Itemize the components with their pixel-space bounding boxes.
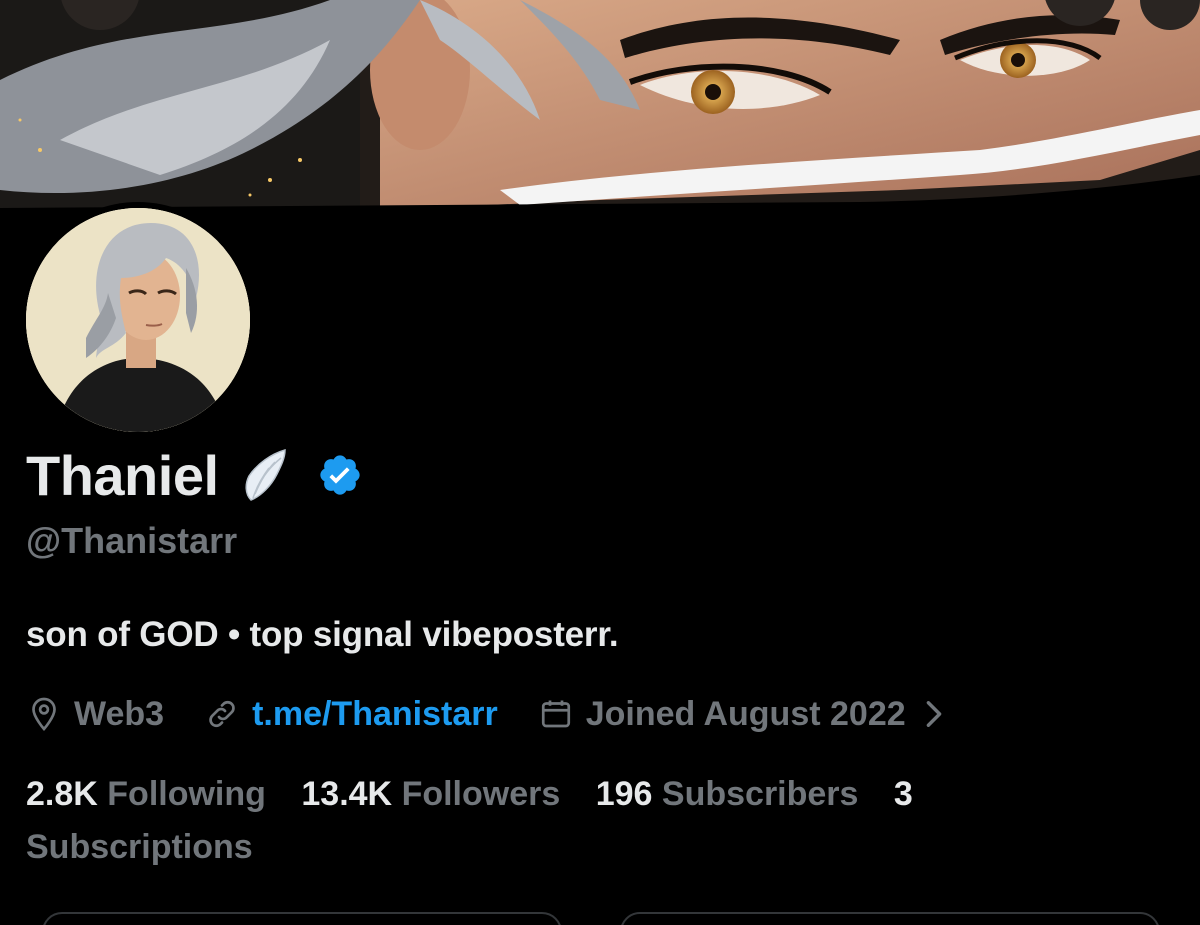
location-text: Web3 bbox=[74, 694, 165, 733]
calendar-icon bbox=[541, 700, 570, 728]
link-icon bbox=[209, 700, 235, 728]
joined-item: Joined August 2022 bbox=[538, 695, 958, 734]
wing-emoji-icon bbox=[241, 446, 291, 504]
followers-stat[interactable]: 13.4K Followers bbox=[301, 775, 560, 813]
banner-illustration bbox=[0, 0, 1200, 208]
action-button-left[interactable] bbox=[42, 912, 562, 925]
followers-count: 13.4K bbox=[301, 775, 393, 813]
verified-badge-icon[interactable] bbox=[317, 452, 363, 498]
location-item: Web3 bbox=[26, 695, 164, 734]
profile-meta-row: Web3 t.me/Thanistarr Joined August 2022 bbox=[26, 690, 958, 738]
followers-label: Followers bbox=[401, 775, 561, 813]
action-button-right[interactable] bbox=[620, 912, 1160, 925]
bio-text: son of GOD • top signal vibeposterr. bbox=[26, 615, 619, 654]
avatar-image bbox=[26, 208, 250, 432]
link-item[interactable]: t.me/Thanistarr bbox=[204, 695, 498, 734]
name-row: Thaniel bbox=[26, 440, 363, 510]
subscribers-label: Subscribers bbox=[661, 775, 859, 813]
following-label: Following bbox=[107, 775, 266, 813]
subscribers-stat[interactable]: 196 Subscribers bbox=[596, 775, 859, 813]
subscriptions-label: Subscriptions bbox=[26, 828, 253, 866]
avatar[interactable] bbox=[20, 202, 256, 438]
profile-link[interactable]: t.me/Thanistarr bbox=[252, 695, 498, 734]
profile-stats: 2.8K Following 13.4K Followers 196 Subsc… bbox=[26, 768, 1026, 874]
chevron-right-icon[interactable] bbox=[922, 699, 946, 729]
following-stat[interactable]: 2.8K Following bbox=[26, 775, 266, 813]
subscribers-count: 196 bbox=[595, 775, 653, 813]
subscriptions-count: 3 bbox=[893, 775, 913, 813]
avatar-container bbox=[20, 202, 256, 438]
location-pin-icon bbox=[32, 697, 56, 732]
profile-banner[interactable] bbox=[0, 0, 1200, 208]
display-name: Thaniel bbox=[26, 443, 219, 507]
joined-date: Joined August 2022 bbox=[585, 694, 906, 733]
user-handle: @Thanistarr bbox=[26, 520, 238, 561]
following-count: 2.8K bbox=[26, 775, 98, 813]
